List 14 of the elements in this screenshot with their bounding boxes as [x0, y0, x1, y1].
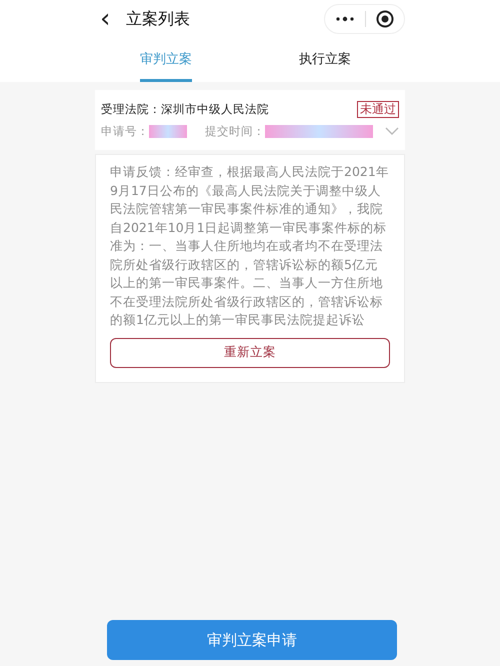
- submit-button[interactable]: 审判立案申请: [107, 620, 397, 660]
- number-label: 申请号：: [101, 124, 149, 138]
- page-title: 立案列表: [126, 8, 191, 30]
- more-icon[interactable]: [335, 16, 355, 22]
- feedback-text: 申请反馈：经审查，根据最高人民法院于2021年9月17日公布的《最高人民法院关于调整中级人民法院管辖第一审民事案件标准的通知》，我院自2021年10月1日起调整第一审民事案件标的标准为：一、当事人住所地均在或者均不在受理法院所处省级行政辖区的，管辖诉讼标的额5亿元以上的第一审民事案件。二、当事人一方住所地不在受理法院所处省级行政辖区的，管辖诉讼标的额1亿元以上的第一审民事民法院提起诉讼: [110, 163, 390, 329]
- redaction-mark: [149, 124, 187, 138]
- refile-button[interactable]: 重新立案: [110, 338, 390, 368]
- status-tag: 未通过: [357, 100, 399, 118]
- court-label: 受理法院：: [101, 102, 161, 116]
- time-label: 提交时间：: [205, 124, 265, 138]
- menu-capsule[interactable]: [324, 4, 405, 34]
- court-name: 深圳市中级人民法院: [161, 102, 269, 116]
- tab[interactable]: 执行立案: [245, 38, 405, 82]
- back-button[interactable]: ‹: [100, 4, 122, 34]
